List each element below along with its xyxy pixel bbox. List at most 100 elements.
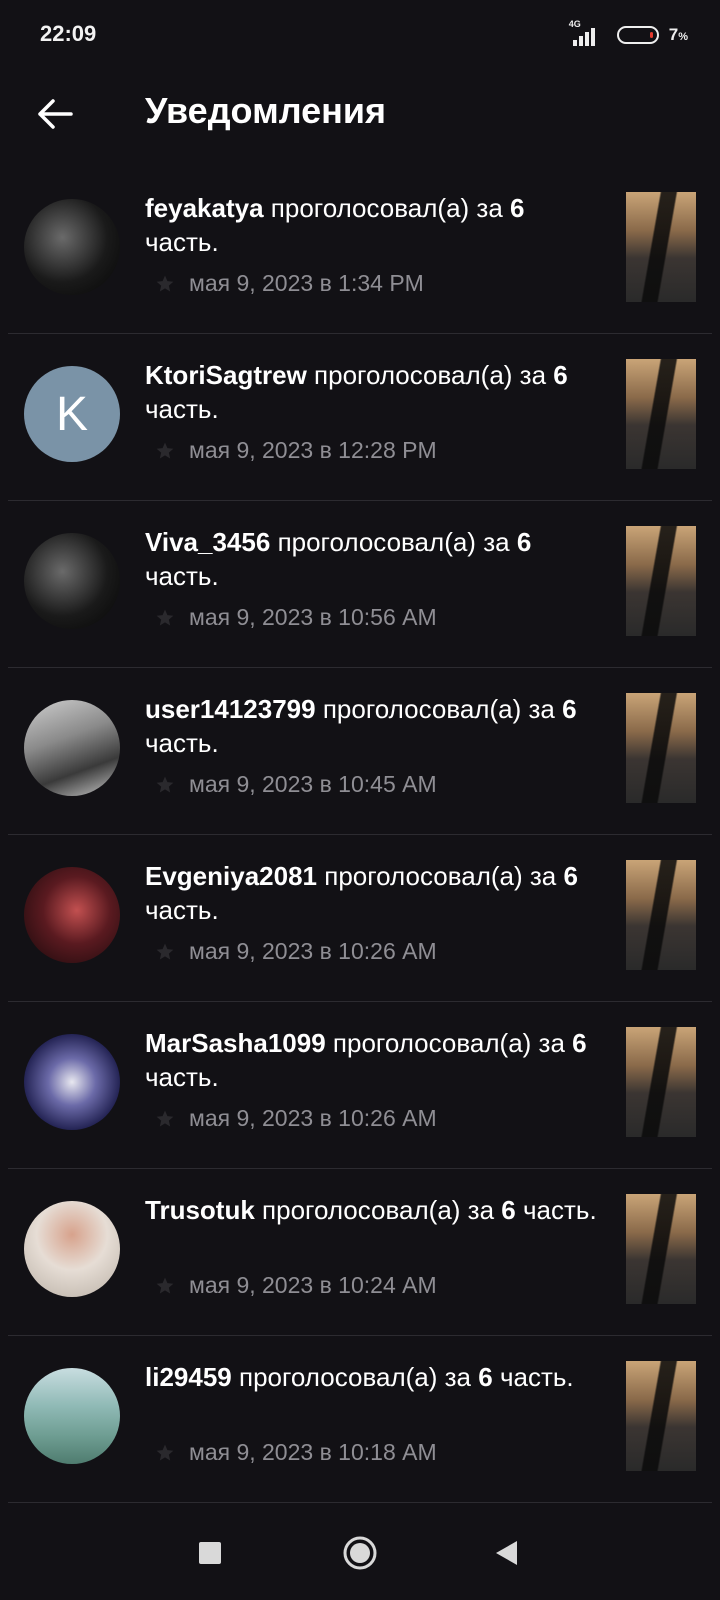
notification-item[interactable]: li29459 проголосовал(а) за 6 часть. мая …: [0, 1336, 720, 1503]
notification-date: мая 9, 2023 в 10:24 AM: [189, 1272, 437, 1298]
triangle-back-icon: [496, 1541, 517, 1565]
star-icon: [155, 775, 175, 795]
app-bar: Уведомления: [0, 75, 720, 150]
status-time: 22:09: [40, 21, 97, 46]
notification-date: мая 9, 2023 в 10:26 AM: [189, 938, 437, 964]
part-number: 6: [572, 1028, 587, 1058]
part-word: часть.: [145, 895, 219, 925]
notification-item[interactable]: Viva_3456 проголосовал(а) за 6 часть. ма…: [0, 501, 720, 668]
avatar-letter: K: [55, 387, 88, 441]
battery-percent: 7%: [668, 25, 688, 44]
notification-meta: мая 9, 2023 в 1:34 PM: [155, 270, 424, 297]
notification-text: li29459 проголосовал(а) за 6 часть.: [145, 1360, 605, 1394]
username-link[interactable]: KtoriSagtrew: [145, 360, 307, 390]
part-word: часть.: [145, 394, 219, 424]
notification-meta: мая 9, 2023 в 10:26 AM: [155, 1105, 437, 1132]
notification-meta: мая 9, 2023 в 10:45 AM: [155, 771, 437, 798]
notification-meta: мая 9, 2023 в 10:56 AM: [155, 604, 437, 631]
notification-date: мая 9, 2023 в 10:45 AM: [189, 771, 437, 797]
notification-item[interactable]: Evgeniya2081 проголосовал(а) за 6 часть.…: [0, 835, 720, 1002]
avatar[interactable]: [24, 1368, 120, 1464]
avatar[interactable]: [24, 199, 120, 295]
action-text: проголосовал(а) за: [270, 193, 503, 223]
part-number: 6: [516, 527, 532, 557]
story-cover-thumbnail[interactable]: [626, 359, 696, 469]
notification-text: Evgeniya2081 проголосовал(а) за 6 часть.: [145, 859, 605, 927]
username-link[interactable]: MarSasha1099: [145, 1028, 326, 1058]
star-icon: [155, 1109, 175, 1129]
part-word: часть.: [145, 227, 219, 257]
action-text: проголосовал(а) за: [324, 861, 557, 891]
notification-meta: мая 9, 2023 в 12:28 PM: [155, 437, 437, 464]
back-button[interactable]: [30, 89, 80, 139]
square-icon: [199, 1542, 221, 1564]
story-cover-thumbnail[interactable]: [626, 192, 696, 302]
notification-meta: мая 9, 2023 в 10:24 AM: [155, 1272, 437, 1299]
recents-button[interactable]: [190, 1533, 230, 1573]
battery-icon: [616, 26, 659, 44]
username-link[interactable]: user14123799: [145, 694, 316, 724]
notification-meta: мая 9, 2023 в 10:26 AM: [155, 938, 437, 965]
star-icon: [155, 942, 175, 962]
avatar[interactable]: [24, 1034, 120, 1130]
action-text: проголосовал(а) за: [314, 360, 547, 390]
username-link[interactable]: Trusotuk: [145, 1195, 255, 1225]
arrow-left-icon: [38, 99, 73, 129]
notification-text: Trusotuk проголосовал(а) за 6 часть.: [145, 1193, 605, 1227]
notification-item[interactable]: K KtoriSagtrew проголосовал(а) за 6 част…: [0, 334, 720, 501]
story-cover-thumbnail[interactable]: [626, 693, 696, 803]
notification-item[interactable]: user14123799 проголосовал(а) за 6 часть.…: [0, 668, 720, 835]
notification-date: мая 9, 2023 в 1:34 PM: [189, 270, 424, 296]
star-icon: [155, 1443, 175, 1463]
part-word: часть.: [499, 1362, 574, 1392]
action-text: проголосовал(а) за: [262, 1195, 495, 1225]
part-word: часть.: [145, 1062, 219, 1092]
story-cover-thumbnail[interactable]: [626, 1027, 696, 1137]
avatar[interactable]: [24, 867, 120, 963]
page-title: Уведомления: [145, 90, 386, 131]
notification-item[interactable]: feyakatya проголосовал(а) за 6 часть. ма…: [0, 167, 720, 334]
username-link[interactable]: Evgeniya2081: [145, 861, 317, 891]
username-link[interactable]: Viva_3456: [145, 527, 270, 557]
notification-text: user14123799 проголосовал(а) за 6 часть.: [145, 692, 605, 760]
notification-item[interactable]: Trusotuk проголосовал(а) за 6 часть. мая…: [0, 1169, 720, 1336]
action-text: проголосовал(а) за: [277, 527, 510, 557]
notification-text: feyakatya проголосовал(а) за 6 часть.: [145, 191, 605, 259]
part-word: часть.: [522, 1195, 597, 1225]
username-link[interactable]: li29459: [145, 1362, 232, 1392]
status-icons: 4G 7%: [567, 19, 688, 50]
signal-icon: 4G: [567, 19, 607, 48]
home-button[interactable]: [340, 1533, 380, 1573]
star-icon: [155, 1276, 175, 1296]
divider: [8, 1502, 712, 1503]
avatar[interactable]: [24, 700, 120, 796]
part-number: 6: [562, 694, 577, 724]
part-number: 6: [501, 1195, 516, 1225]
story-cover-thumbnail[interactable]: [626, 860, 696, 970]
notification-item[interactable]: MarSasha1099 проголосовал(а) за 6 часть.…: [0, 1002, 720, 1169]
part-number: 6: [563, 861, 578, 891]
notification-date: мая 9, 2023 в 10:26 AM: [189, 1105, 437, 1131]
notification-text: MarSasha1099 проголосовал(а) за 6 часть.: [145, 1026, 605, 1094]
username-link[interactable]: feyakatya: [145, 193, 264, 223]
story-cover-thumbnail[interactable]: [626, 526, 696, 636]
part-word: часть.: [145, 561, 219, 591]
star-icon: [155, 274, 175, 294]
star-icon: [155, 441, 175, 461]
part-number: 6: [553, 360, 568, 390]
story-cover-thumbnail[interactable]: [626, 1194, 696, 1304]
notification-text: KtoriSagtrew проголосовал(а) за 6 часть.: [145, 358, 605, 426]
circle-home-icon: [343, 1536, 377, 1570]
action-text: проголосовал(а) за: [322, 694, 555, 724]
notification-meta: мая 9, 2023 в 10:18 AM: [155, 1439, 437, 1466]
avatar[interactable]: [24, 1201, 120, 1297]
avatar[interactable]: K: [24, 366, 120, 462]
part-number: 6: [478, 1362, 493, 1392]
notification-date: мая 9, 2023 в 10:18 AM: [189, 1439, 437, 1465]
status-bar: 22:09 4G 7%: [0, 0, 720, 70]
notification-list: feyakatya проголосовал(а) за 6 часть. ма…: [0, 167, 720, 1503]
story-cover-thumbnail[interactable]: [626, 1361, 696, 1471]
avatar[interactable]: [24, 533, 120, 629]
system-nav-bar: [0, 1505, 720, 1600]
system-back-button[interactable]: [486, 1533, 526, 1573]
